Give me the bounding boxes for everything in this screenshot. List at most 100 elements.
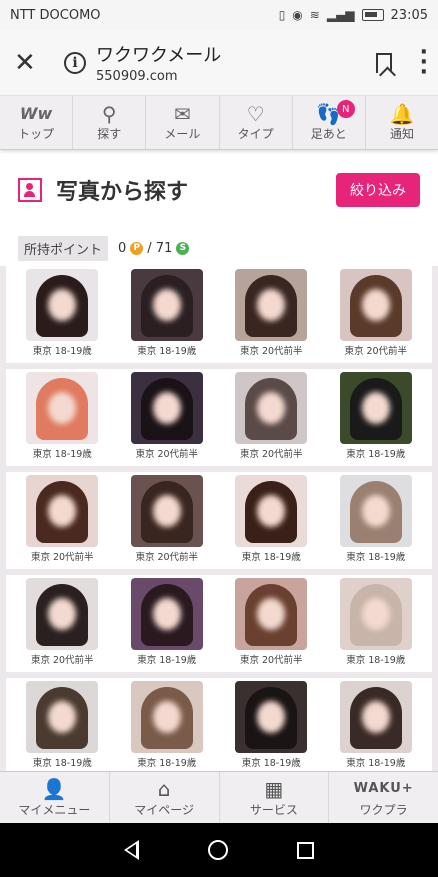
section-header: 写真から探す 絞り込み	[0, 150, 438, 230]
profile-card[interactable]: 東京 18-19歳	[119, 269, 215, 359]
bottom-nav-item-3[interactable]: WAKU+ ワクプラ	[329, 772, 438, 823]
nav-tab-2[interactable]: ✉ メール	[146, 96, 220, 149]
profile-card[interactable]: 東京 20代前半	[14, 578, 110, 668]
info-icon[interactable]: i	[64, 51, 86, 74]
profile-card[interactable]: 東京 20代前半	[328, 269, 424, 359]
profile-card[interactable]: 東京 20代前半	[119, 372, 215, 462]
profile-card[interactable]: 東京 20代前半	[14, 475, 110, 565]
profile-photo[interactable]	[339, 475, 412, 547]
profile-photo[interactable]	[130, 475, 203, 547]
nav-tab-0[interactable]: Ww トップ	[0, 96, 74, 149]
profile-card[interactable]: 東京 18-19歳	[328, 681, 424, 771]
profile-photo[interactable]	[339, 681, 412, 753]
profile-card[interactable]: 東京 18-19歳	[119, 681, 215, 771]
profile-card[interactable]: 東京 18-19歳	[14, 372, 110, 462]
bottom-nav-item-1[interactable]: ⌂ マイページ	[110, 772, 220, 823]
photo-face-blur	[152, 289, 181, 321]
new-badge: N	[336, 100, 355, 118]
bottom-nav-item-0[interactable]: 👤 マイメニュー	[0, 772, 110, 823]
profile-photo[interactable]	[26, 269, 99, 341]
bottom-nav-label: マイページ	[134, 803, 194, 817]
profile-photo[interactable]	[130, 372, 203, 444]
profile-card[interactable]: 東京 20代前半	[223, 578, 319, 668]
bottom-nav-label: マイメニュー	[18, 803, 91, 817]
eye-icon: ◉	[292, 8, 303, 22]
home-circle-icon[interactable]	[207, 840, 228, 860]
heart-icon: ♡	[246, 102, 265, 126]
profile-caption: 東京 18-19歳	[137, 346, 197, 357]
close-icon[interactable]: ✕	[14, 48, 44, 78]
profile-card[interactable]: 東京 20代前半	[223, 269, 319, 359]
photo-face-blur	[361, 392, 390, 424]
profile-photo[interactable]	[26, 578, 99, 650]
signal-icon: ▂▄▆	[326, 8, 355, 22]
photo-row: 東京 18-19歳 東京 20代前半 東京 20代前半 東京 18-19歳	[6, 369, 432, 466]
bottom-nav: 👤 マイメニュー ⌂ マイページ ▦ サービス WAKU+ ワクプラ	[0, 771, 438, 823]
bell-icon: 🔔	[389, 102, 415, 126]
profile-caption: 東京 18-19歳	[137, 655, 197, 666]
profile-caption: 東京 18-19歳	[346, 655, 406, 666]
recents-icon[interactable]	[296, 841, 314, 859]
profile-caption: 東京 20代前半	[30, 552, 94, 563]
nav-tab-5[interactable]: 🔔 通知	[366, 96, 438, 149]
s-points-value: / 71	[147, 240, 173, 256]
status-bar: NTT DOCOMO ▯ ◉ ≋ ▂▄▆ 23:05	[0, 0, 438, 30]
page-heading: 写真から探す	[56, 180, 189, 205]
profile-card[interactable]: 東京 18-19歳	[223, 681, 319, 771]
status-icons: ▯ ◉ ≋ ▂▄▆ 23:05	[279, 8, 428, 23]
nav-tab-3[interactable]: ♡ タイプ	[220, 96, 293, 149]
photo-face-blur	[152, 495, 181, 527]
profile-caption: 東京 20代前半	[239, 655, 303, 666]
photo-row: 東京 18-19歳 東京 18-19歳 東京 20代前半 東京 20代前半	[6, 266, 432, 363]
nav-tab-label: トップ	[18, 127, 55, 141]
profile-caption: 東京 20代前半	[135, 449, 199, 460]
photo-face-blur	[361, 598, 390, 630]
search-icon: ⚲	[101, 102, 117, 126]
profile-card[interactable]: 東京 20代前半	[223, 372, 319, 462]
profile-photo[interactable]	[339, 372, 412, 444]
profile-card[interactable]: 東京 18-19歳	[328, 372, 424, 462]
bookmark-icon[interactable]	[375, 52, 392, 73]
profile-card[interactable]: 東京 20代前半	[119, 475, 215, 565]
profile-caption: 東京 18-19歳	[32, 758, 92, 769]
profile-card[interactable]: 東京 18-19歳	[328, 578, 424, 668]
points-label: 所持ポイント	[18, 235, 109, 261]
photo-face-blur	[361, 289, 390, 321]
back-icon[interactable]	[124, 840, 140, 860]
mail-icon: ✉	[174, 102, 191, 126]
profile-photo[interactable]	[235, 475, 308, 547]
p-points-value: 0	[118, 240, 127, 256]
profile-card[interactable]: 東京 18-19歳	[328, 475, 424, 565]
profile-photo[interactable]	[339, 578, 412, 650]
nav-tab-4[interactable]: 👣 足あと N	[293, 96, 366, 149]
profile-photo[interactable]	[235, 578, 308, 650]
profile-photo[interactable]	[26, 372, 99, 444]
nav-tab-1[interactable]: ⚲ 探す	[73, 96, 147, 149]
profile-photo[interactable]	[339, 269, 412, 341]
more-menu-icon[interactable]: · · ·	[420, 41, 428, 83]
nav-tab-label: メール	[164, 127, 201, 141]
photo-face-blur	[152, 392, 181, 424]
photo-face-blur	[152, 598, 181, 630]
profile-photo[interactable]	[26, 475, 99, 547]
profile-photo[interactable]	[130, 578, 203, 650]
nav-tab-label: 通知	[389, 127, 414, 141]
bottom-nav-item-2[interactable]: ▦ サービス	[220, 772, 330, 823]
profile-photo[interactable]	[130, 681, 203, 753]
profile-photo[interactable]	[235, 372, 308, 444]
profile-card[interactable]: 東京 18-19歳	[14, 269, 110, 359]
filter-button[interactable]: 絞り込み	[336, 173, 420, 207]
user-photo-icon	[18, 178, 42, 202]
s-coin-icon: S	[176, 241, 190, 255]
photo-row: 東京 20代前半 東京 18-19歳 東京 20代前半 東京 18-19歳	[6, 575, 432, 672]
profile-photo[interactable]	[130, 269, 203, 341]
profile-photo[interactable]	[26, 681, 99, 753]
user-square-icon: 👤	[41, 777, 67, 801]
nav-tab-label: 足あと	[310, 127, 347, 141]
profile-card[interactable]: 東京 18-19歳	[119, 578, 215, 668]
profile-card[interactable]: 東京 18-19歳	[223, 475, 319, 565]
page-info[interactable]: ワクワクメール 550909.com	[96, 41, 376, 84]
profile-photo[interactable]	[235, 681, 308, 753]
profile-photo[interactable]	[235, 269, 308, 341]
profile-card[interactable]: 東京 18-19歳	[14, 681, 110, 771]
